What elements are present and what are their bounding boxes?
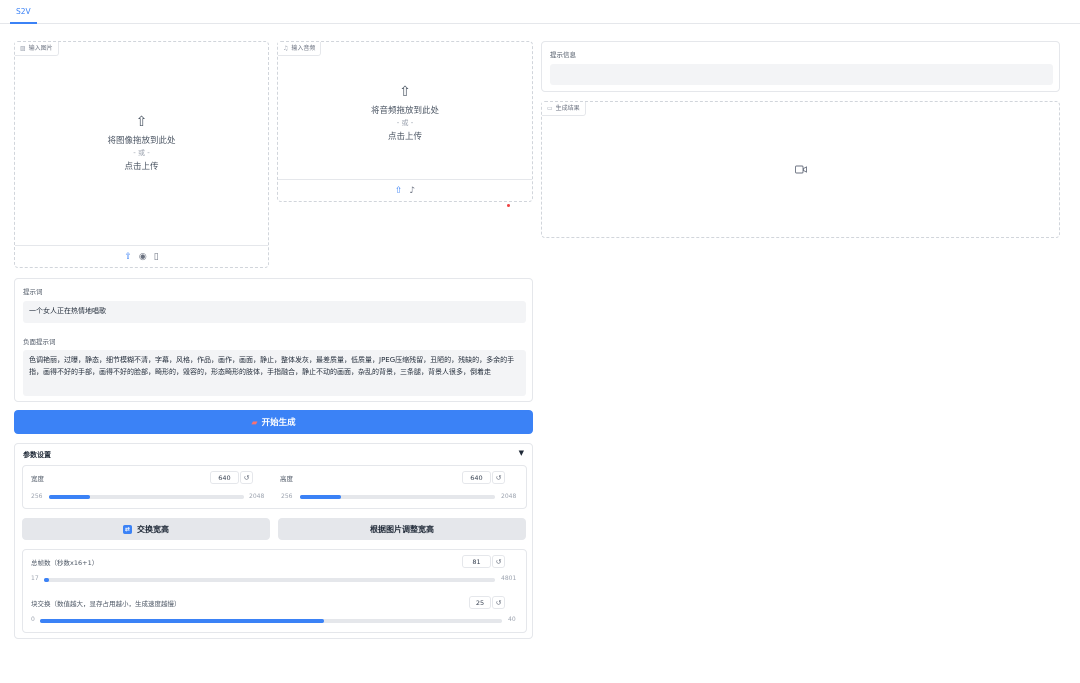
- width-slider[interactable]: [49, 495, 244, 499]
- height-slider[interactable]: [300, 495, 495, 499]
- params-accordion: 参数设置 ▼ 宽度 640 ↺ 256 2048 高度 640 ↺ 256 20…: [14, 443, 533, 639]
- swap-size-button-label: 交换宽高: [137, 524, 169, 534]
- result-label: ▭ 生成结果: [542, 102, 586, 116]
- block-swap-slider-fill: [40, 619, 324, 623]
- block-swap-slider[interactable]: [40, 619, 502, 623]
- input-image-panel[interactable]: ▨ 输入图片 ⇧ 将图像拖放到此处 - 或 - 点击上传 ⇧ ◉ ▯: [14, 41, 269, 268]
- upload-icon[interactable]: ⇧: [124, 252, 132, 262]
- width-min: 256: [31, 493, 43, 500]
- recording-dot: [507, 204, 510, 207]
- tab-s2v[interactable]: S2V: [10, 6, 37, 24]
- video-icon: ▭: [547, 105, 553, 112]
- frames-max: 4801: [501, 575, 517, 582]
- block-swap-label: 块交换（数值越大，显存占用越小，生成速度越慢）: [31, 600, 181, 608]
- input-image-label-text: 输入图片: [28, 45, 53, 52]
- block-swap-max: 40: [508, 616, 516, 623]
- webcam-icon[interactable]: ◉: [139, 252, 147, 262]
- input-image-label: ▨ 输入图片: [15, 42, 59, 56]
- width-number-input[interactable]: 640: [210, 471, 239, 484]
- swap-size-button[interactable]: ⇄ 交换宽高: [22, 518, 270, 540]
- generate-button-label: 开始生成: [261, 418, 296, 428]
- height-label: 高度: [280, 475, 293, 483]
- image-icon: ▨: [20, 45, 26, 52]
- upload-icon[interactable]: ⇧: [395, 186, 403, 196]
- input-audio-panel[interactable]: ♫ 输入音频 ⇧ 将音频拖放到此处 - 或 - 点击上传 ⇧ ♪: [277, 41, 533, 202]
- width-label: 宽度: [31, 475, 44, 483]
- upload-icon: ⇧: [399, 84, 411, 100]
- audio-or-text: - 或 -: [396, 119, 414, 127]
- result-label-text: 生成结果: [555, 105, 580, 112]
- input-audio-label: ♫ 输入音频: [278, 42, 322, 56]
- generate-button[interactable]: ▰ 开始生成: [14, 410, 533, 434]
- caret-down-icon[interactable]: ▼: [519, 449, 524, 457]
- fit-size-button-label: 根据图片调整宽高: [370, 524, 434, 534]
- video-placeholder-icon: [795, 165, 807, 174]
- block-swap-number-input[interactable]: 25: [469, 596, 491, 609]
- prompt-textarea[interactable]: 一个女人正在热情地唱歌: [23, 301, 526, 323]
- height-number-input[interactable]: 640: [462, 471, 491, 484]
- negative-prompt-textarea[interactable]: 色调艳丽，过曝，静态，细节模糊不清，字幕，风格，作品，画作，画面，静止，整体发灰…: [23, 350, 526, 396]
- width-slider-fill: [49, 495, 90, 499]
- prompts-block: 提示词 一个女人正在热情地唱歌 负面提示词 色调艳丽，过曝，静态，细节模糊不清，…: [14, 278, 533, 402]
- audio-upload-dropzone[interactable]: ⇧ 将音频拖放到此处 - 或 - 点击上传: [278, 84, 532, 142]
- tab-bar: S2V: [0, 0, 1080, 24]
- upload-icon: ⇧: [135, 114, 148, 130]
- params-title[interactable]: 参数设置: [23, 450, 51, 460]
- clapperboard-icon: ▰: [251, 417, 258, 427]
- frames-slider[interactable]: [44, 578, 495, 582]
- image-upload-dropzone[interactable]: ⇧ 将图像拖放到此处 - 或 - 点击上传: [15, 114, 268, 172]
- fit-size-button[interactable]: 根据图片调整宽高: [278, 518, 526, 540]
- image-click-text: 点击上传: [124, 162, 159, 172]
- audio-drop-text: 将音频拖放到此处: [370, 106, 439, 116]
- negative-prompt-label: 负面提示词: [23, 338, 56, 346]
- height-reset-icon[interactable]: ↺: [492, 471, 505, 484]
- height-slider-fill: [300, 495, 341, 499]
- width-reset-icon[interactable]: ↺: [240, 471, 253, 484]
- block-swap-reset-icon[interactable]: ↺: [492, 596, 505, 609]
- frames-number-input[interactable]: 81: [462, 555, 491, 568]
- frames-min: 17: [31, 575, 39, 582]
- microphone-icon[interactable]: ♪: [409, 186, 415, 196]
- width-max: 2048: [249, 493, 265, 500]
- audio-source-toolbar: ⇧ ♪: [278, 179, 532, 201]
- result-panel: ▭ 生成结果: [541, 101, 1060, 238]
- info-panel: 提示信息: [541, 41, 1060, 92]
- image-drop-text: 将图像拖放到此处: [107, 136, 176, 146]
- swap-icon: ⇄: [123, 524, 132, 534]
- prompt-label: 提示词: [23, 288, 43, 296]
- frames-reset-icon[interactable]: ↺: [492, 555, 505, 568]
- frames-label: 总帧数（秒数x16+1）: [31, 559, 99, 567]
- image-or-text: - 或 -: [133, 149, 150, 157]
- frames-block: 总帧数（秒数x16+1） 81 ↺ 17 4801 块交换（数值越大，显存占用越…: [22, 549, 527, 633]
- audio-click-text: 点击上传: [387, 132, 422, 142]
- height-max: 2048: [501, 493, 517, 500]
- info-textbox: [550, 64, 1053, 85]
- size-sliders-block: 宽度 640 ↺ 256 2048 高度 640 ↺ 256 2048: [22, 465, 527, 509]
- info-label: 提示信息: [550, 51, 576, 59]
- height-min: 256: [281, 493, 293, 500]
- frames-slider-fill: [44, 578, 49, 582]
- image-source-toolbar: ⇧ ◉ ▯: [15, 245, 268, 267]
- block-swap-min: 0: [31, 616, 35, 623]
- clipboard-icon[interactable]: ▯: [154, 252, 159, 262]
- music-icon: ♫: [283, 45, 289, 52]
- input-audio-label-text: 输入音频: [291, 45, 316, 52]
